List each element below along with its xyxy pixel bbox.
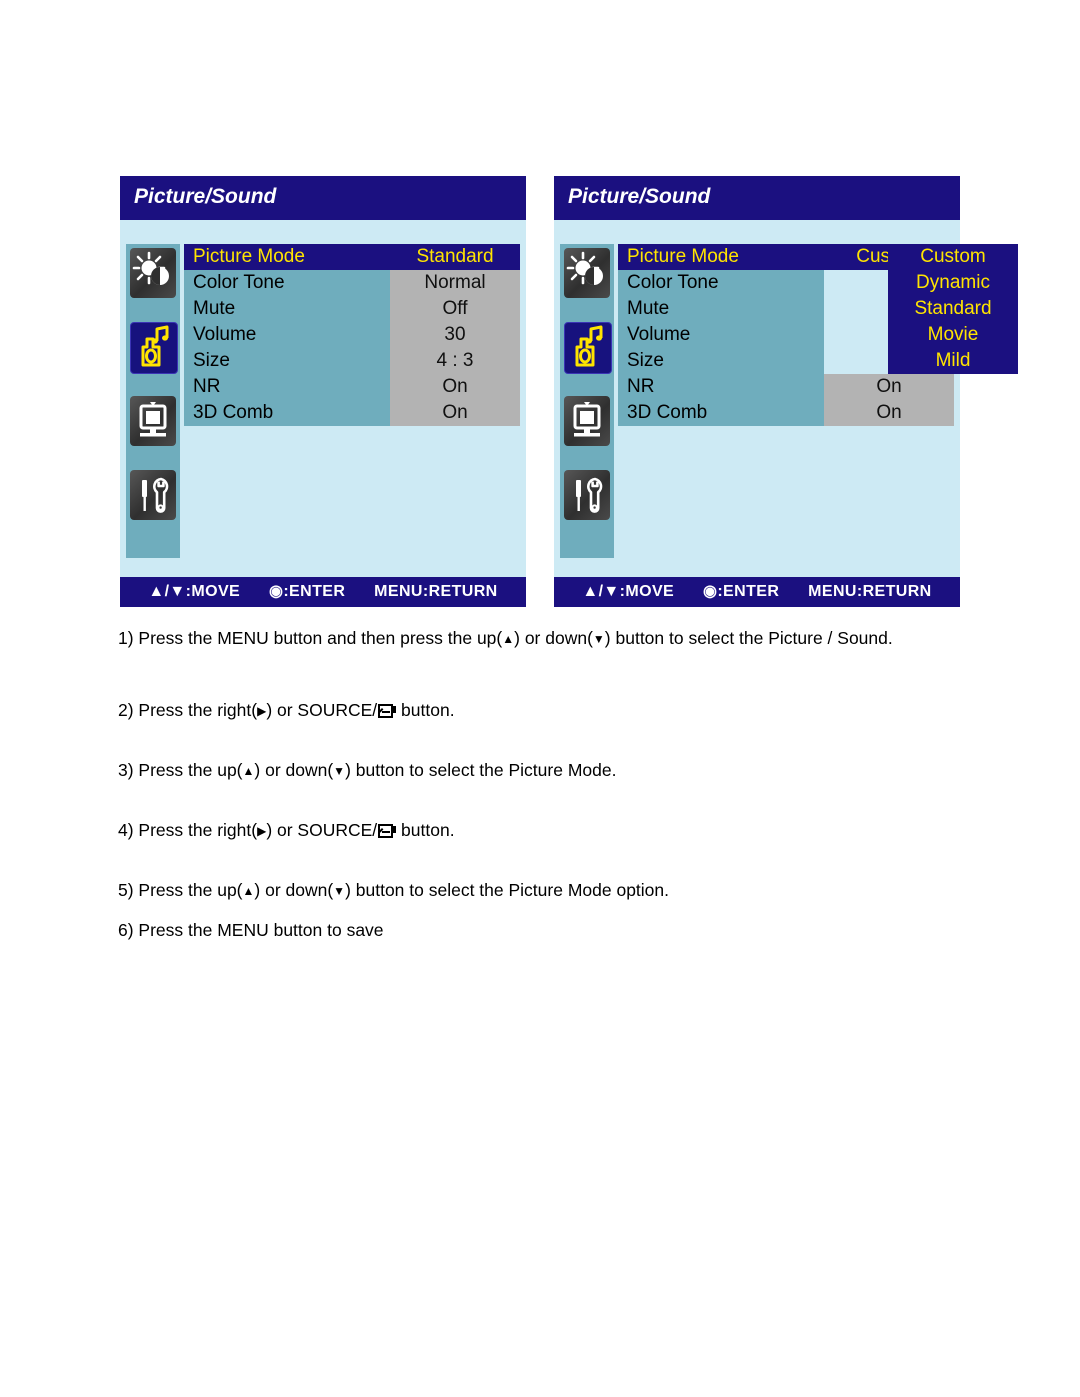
hint-move: ▲/▼:MOVE	[148, 583, 241, 600]
hint-return: MENU:RETURN	[374, 583, 498, 600]
right-arrow-icon: ▶	[257, 704, 267, 718]
step-text: ) button to select the Picture / Sound.	[604, 628, 893, 648]
step-text: 4) Press the right(	[118, 820, 258, 840]
dropdown-option[interactable]: Movie	[888, 322, 1018, 348]
source-enter-icon	[378, 824, 394, 838]
step-text: ) or down(	[514, 628, 593, 648]
hint-move: ▲/▼:MOVE	[582, 583, 675, 600]
menu-row-label: NR	[184, 374, 390, 400]
osd-menu-list: Picture Mode Standard Color Tone Normal Mute…	[184, 244, 520, 426]
instruction-step: 1) Press the MENU button and then press …	[118, 628, 893, 648]
menu-row-label: Size	[618, 348, 824, 374]
menu-row[interactable]: Volume 30	[184, 322, 520, 348]
brightness-contrast-icon[interactable]	[130, 248, 176, 298]
osd-menu-list: Picture Mode Custom Color ToneMuteVolumeSi…	[618, 244, 1018, 426]
step-text: 6) Press the MENU button to save	[118, 920, 384, 940]
menu-row[interactable]: NR On	[618, 374, 954, 400]
menu-row[interactable]: Color Tone Normal	[184, 270, 520, 296]
up-arrow-icon: ▲	[502, 632, 515, 646]
step-text: button.	[396, 700, 455, 720]
tools-icon[interactable]	[564, 470, 610, 520]
menu-row-value[interactable]: Off	[390, 296, 520, 322]
up-arrow-icon: ▲	[242, 764, 255, 778]
down-arrow-icon: ▼	[333, 884, 346, 898]
menu-row-label: Picture Mode	[618, 244, 824, 270]
menu-row[interactable]: Mute Off	[184, 296, 520, 322]
hint-enter: ◉:ENTER	[268, 583, 346, 600]
menu-row[interactable]: 3D Comb On	[618, 400, 954, 426]
menu-row-value[interactable]: On	[824, 400, 954, 426]
step-text: 3) Press the up(	[118, 760, 243, 780]
menu-row-label: Mute	[618, 296, 824, 322]
menu-row-value[interactable]: On	[390, 374, 520, 400]
instruction-step: 3) Press the up(▲) or down(▼) button to …	[118, 760, 617, 780]
sound-icon[interactable]	[130, 322, 178, 374]
step-text: ) or SOURCE/	[266, 820, 378, 840]
menu-row-label: Picture Mode	[184, 244, 390, 270]
menu-row-label: Mute	[184, 296, 390, 322]
menu-row-value[interactable]: 30	[390, 322, 520, 348]
step-text: 5) Press the up(	[118, 880, 243, 900]
osd-footer-hints: ▲/▼:MOVE ◉:ENTER MENU:RETURN	[554, 577, 960, 607]
osd-title: Picture/Sound	[134, 185, 277, 208]
menu-row-label: Color Tone	[618, 270, 824, 296]
dropdown-option[interactable]: Dynamic	[888, 270, 1018, 296]
osd-icon-rail	[560, 244, 614, 558]
instruction-step: 5) Press the up(▲) or down(▼) button to …	[118, 880, 670, 900]
menu-row[interactable]: Picture Mode Standard	[184, 244, 520, 270]
hint-enter: ◉:ENTER	[702, 583, 780, 600]
instruction-step: 2) Press the right(▶) or SOURCE/ button.	[118, 700, 455, 720]
menu-row-label: Color Tone	[184, 270, 390, 296]
menu-row-label: Volume	[618, 322, 824, 348]
sound-icon[interactable]	[564, 322, 612, 374]
menu-row-label: Size	[184, 348, 390, 374]
dropdown-option[interactable]: Mild	[888, 348, 1018, 374]
step-text: ) button to select the Picture Mode.	[345, 760, 617, 780]
step-text: ) or down(	[254, 880, 334, 900]
down-arrow-icon: ▼	[333, 764, 346, 778]
menu-row-label: 3D Comb	[184, 400, 390, 426]
down-arrow-icon: ▼	[592, 632, 605, 646]
source-enter-icon	[378, 704, 394, 718]
menu-row-value[interactable]: Standard	[390, 244, 520, 270]
menu-row-value[interactable]: On	[824, 374, 954, 400]
osd-icon-rail	[126, 244, 180, 558]
step-text: 2) Press the right(	[118, 700, 258, 720]
instruction-step: 6) Press the MENU button to save	[118, 920, 384, 940]
instruction-step: 4) Press the right(▶) or SOURCE/ button.	[118, 820, 455, 840]
menu-row-value[interactable]: On	[390, 400, 520, 426]
setup-monitor-icon[interactable]	[564, 396, 610, 446]
hint-return: MENU:RETURN	[808, 583, 932, 600]
osd-panel-right: Picture/Sound Picture Mode Custom Color To…	[554, 176, 1018, 607]
osd-titlebar: Picture/Sound	[120, 176, 526, 220]
menu-row-label: 3D Comb	[618, 400, 824, 426]
step-text: ) or down(	[254, 760, 334, 780]
step-text: ) button to select the Picture Mode opti…	[345, 880, 670, 900]
menu-row[interactable]: Size 4 : 3	[184, 348, 520, 374]
right-arrow-icon: ▶	[257, 824, 267, 838]
osd-footer-hints: ▲/▼:MOVE ◉:ENTER MENU:RETURN	[120, 577, 526, 607]
up-arrow-icon: ▲	[242, 884, 255, 898]
menu-row[interactable]: 3D Comb On	[184, 400, 520, 426]
menu-row-value[interactable]: 4 : 3	[390, 348, 520, 374]
osd-panel-left: Picture/Sound Picture Mode Standard Color …	[120, 176, 526, 607]
menu-row-value[interactable]: Normal	[390, 270, 520, 296]
osd-title: Picture/Sound	[568, 185, 711, 208]
osd-titlebar: Picture/Sound	[554, 176, 960, 220]
menu-row-label: Volume	[184, 322, 390, 348]
step-text: 1) Press the MENU button and then press …	[118, 628, 503, 648]
menu-row-label: NR	[618, 374, 824, 400]
brightness-contrast-icon[interactable]	[564, 248, 610, 298]
menu-row[interactable]: NR On	[184, 374, 520, 400]
step-text: button.	[396, 820, 455, 840]
picture-mode-dropdown[interactable]: Custom Dynamic Standard Movie Mild	[888, 244, 1018, 374]
dropdown-option[interactable]: Standard	[888, 296, 1018, 322]
setup-monitor-icon[interactable]	[130, 396, 176, 446]
tools-icon[interactable]	[130, 470, 176, 520]
dropdown-option[interactable]: Custom	[888, 244, 1018, 270]
step-text: ) or SOURCE/	[266, 700, 378, 720]
instruction-steps: 1) Press the MENU button and then press …	[118, 628, 978, 960]
